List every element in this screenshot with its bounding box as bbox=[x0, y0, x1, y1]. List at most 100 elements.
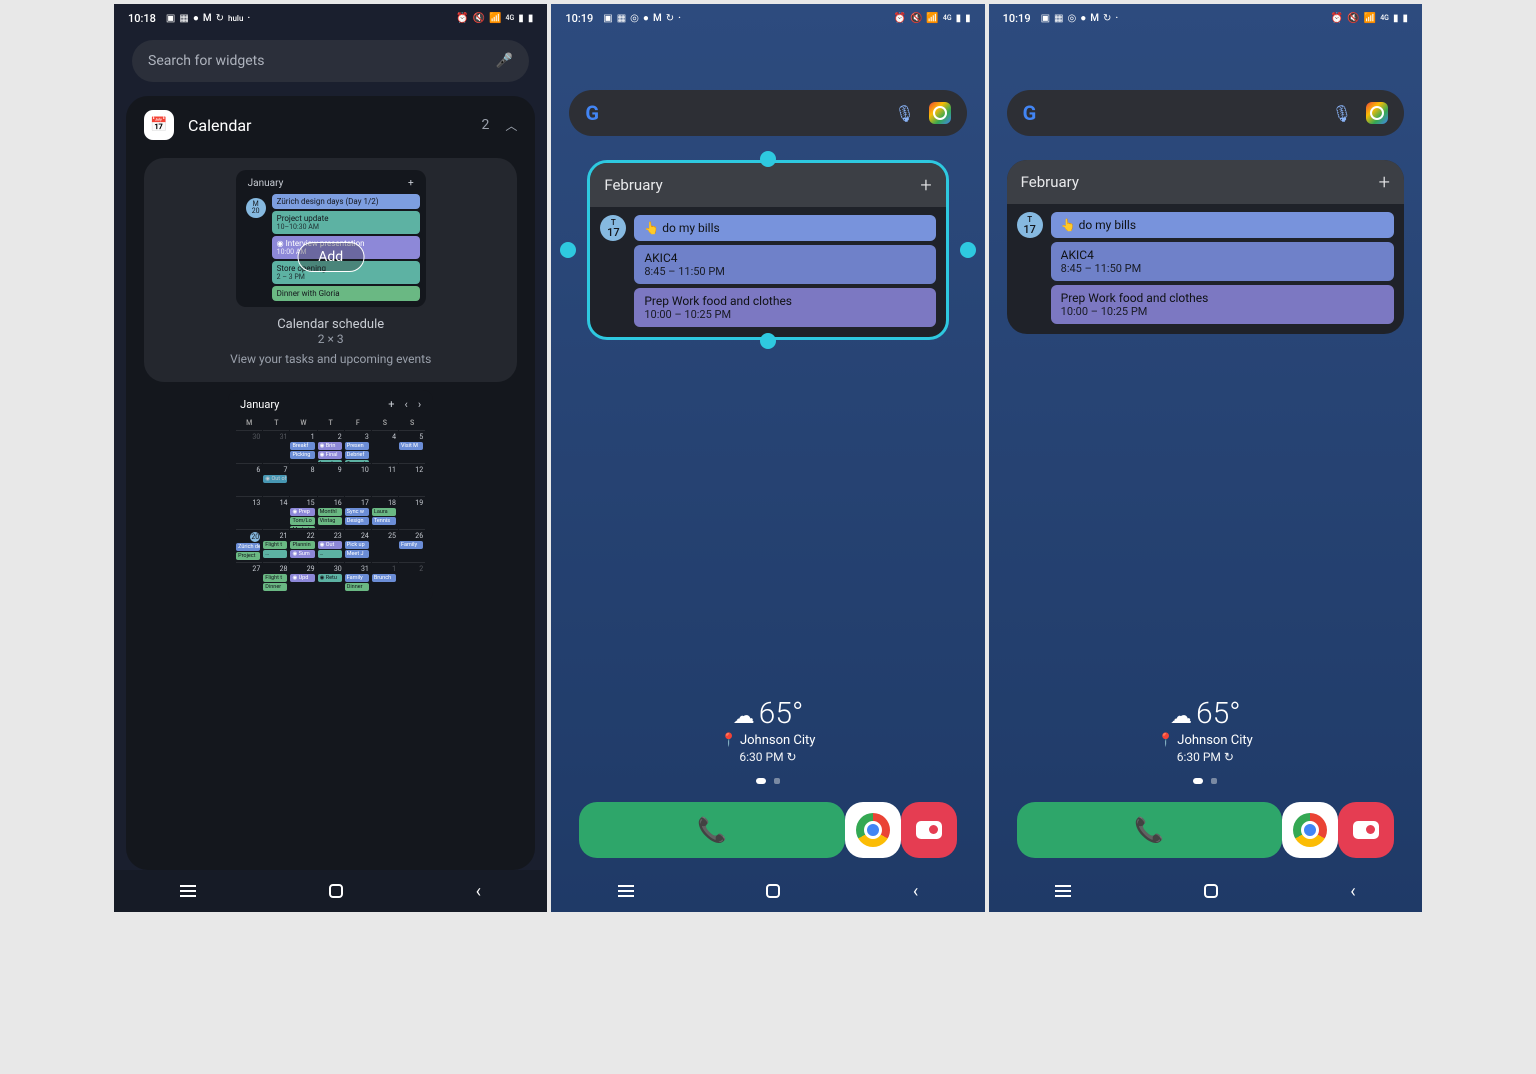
alarm-icon: ⏰ bbox=[1331, 13, 1343, 24]
temperature: 65° bbox=[759, 696, 804, 731]
cloud-icon: ☁ bbox=[733, 704, 755, 729]
status-time: 10:19 bbox=[1003, 12, 1031, 25]
calendar-cell: 18LauraTennis bbox=[372, 496, 398, 528]
calendar-cell: 8 bbox=[290, 463, 316, 495]
dot-icon: · bbox=[247, 13, 250, 24]
plus-icon[interactable]: + bbox=[920, 173, 931, 197]
widget-schedule-card[interactable]: January + M 20 Zürich design days (Day 1… bbox=[144, 158, 517, 382]
status-time: 10:18 bbox=[128, 12, 156, 25]
calendar-cell: 31 bbox=[263, 430, 289, 462]
status-bar: 10:19 ▣ ▦ ◎ ● M ↻ · ⏰ 🔇 📶 4G ▮ ▮ bbox=[989, 4, 1422, 32]
nav-bar: ‹ bbox=[114, 870, 547, 912]
wifi-icon: 📶 bbox=[926, 13, 938, 24]
calendar-cell: 16MonthlVintag bbox=[318, 496, 344, 528]
alert-icon: ● bbox=[1080, 13, 1086, 24]
weather-widget[interactable]: ☁65° 📍 Johnson City 6:30 PM ↻ bbox=[551, 696, 984, 764]
resize-handle-top[interactable] bbox=[760, 151, 776, 167]
calendar-cell: 7◉ Out of office bbox=[263, 463, 289, 495]
google-logo-icon: G bbox=[1023, 101, 1037, 125]
mic-icon[interactable]: 🎤 bbox=[496, 53, 513, 69]
widget-header[interactable]: February + bbox=[1007, 160, 1404, 204]
sync-icon: ↻ bbox=[216, 13, 224, 24]
calendar-cell: 30◉ Retu bbox=[318, 562, 344, 594]
chevron-left-icon: ‹ bbox=[405, 398, 408, 411]
widget-header[interactable]: February + bbox=[590, 163, 945, 207]
home-button[interactable] bbox=[329, 884, 343, 898]
search-widgets-input[interactable]: Search for widgets 🎤 bbox=[132, 40, 529, 82]
google-search-bar[interactable]: G 🎙 bbox=[569, 90, 966, 136]
calendar-cell: 30 bbox=[236, 430, 262, 462]
home-button[interactable] bbox=[1204, 884, 1218, 898]
widget-month: February bbox=[604, 176, 662, 194]
mute-icon: 🔇 bbox=[1347, 13, 1359, 24]
mic-icon[interactable]: 🎙 bbox=[894, 104, 914, 123]
resize-handle-right[interactable] bbox=[960, 242, 976, 258]
resize-handle-bottom[interactable] bbox=[760, 333, 776, 349]
search-placeholder: Search for widgets bbox=[148, 53, 264, 69]
wifi-icon: 📶 bbox=[1364, 13, 1376, 24]
calendar-cell: 1BreakfPicking bbox=[290, 430, 316, 462]
calendar-cell: 29◉ Upd bbox=[290, 562, 316, 594]
sync-icon: ↻ bbox=[666, 13, 674, 24]
calendar-widget[interactable]: February + T 17 👆 do my billsAKIC48:45 –… bbox=[1007, 160, 1404, 334]
calendar-cell: 2 bbox=[399, 562, 425, 594]
back-button[interactable]: ‹ bbox=[1350, 881, 1355, 902]
calendar-event[interactable]: Prep Work food and clothes10:00 – 10:25 … bbox=[1051, 285, 1394, 324]
phone-app-icon[interactable]: 📞 bbox=[1017, 802, 1282, 858]
alert-icon: ● bbox=[193, 13, 199, 24]
calendar-event[interactable]: AKIC48:45 – 11:50 PM bbox=[1051, 242, 1394, 281]
weather-location: 📍 Johnson City bbox=[989, 733, 1422, 748]
home-button[interactable] bbox=[766, 884, 780, 898]
calendar-event[interactable]: 👆 do my bills bbox=[1051, 212, 1394, 238]
calendar-cell: 19 bbox=[399, 496, 425, 528]
camera-app-icon[interactable] bbox=[1338, 802, 1394, 858]
widget-section-header[interactable]: 📅 Calendar 2 ︿ bbox=[126, 96, 535, 150]
calendar-event[interactable]: 👆 do my bills bbox=[634, 215, 935, 241]
weather-time: 6:30 PM ↻ bbox=[989, 750, 1422, 764]
calendar-event[interactable]: Prep Work food and clothes10:00 – 10:25 … bbox=[634, 288, 935, 327]
google-logo-icon: G bbox=[585, 101, 599, 125]
calendar-cell: 9 bbox=[318, 463, 344, 495]
calendar-cell: 4 bbox=[372, 430, 398, 462]
gmail-icon: M bbox=[1090, 13, 1099, 24]
plus-icon[interactable]: + bbox=[1379, 170, 1390, 194]
recents-button[interactable] bbox=[1055, 885, 1071, 897]
preview-month: January bbox=[248, 178, 284, 189]
mic-icon[interactable]: 🎙 bbox=[1332, 104, 1352, 123]
calendar-widget[interactable]: February + T 17 👆 do my billsAKIC48:45 –… bbox=[587, 160, 948, 340]
lens-icon[interactable] bbox=[1366, 102, 1388, 124]
section-title: Calendar bbox=[188, 116, 251, 135]
status-bar: 10:18 ▣ ▦ ● M ↻ hulu · ⏰ 🔇 📶 4G ▮ ▮ bbox=[114, 4, 547, 32]
google-search-bar[interactable]: G 🎙 bbox=[1007, 90, 1404, 136]
signal-icon: ▮ bbox=[518, 13, 524, 24]
back-button[interactable]: ‹ bbox=[476, 881, 481, 902]
camera-app-icon[interactable] bbox=[901, 802, 957, 858]
calendar-status-icon: ▣ bbox=[1041, 13, 1050, 24]
resize-handle-left[interactable] bbox=[560, 242, 576, 258]
calendar-event[interactable]: AKIC48:45 – 11:50 PM bbox=[634, 245, 935, 284]
add-button[interactable]: Add bbox=[297, 242, 364, 272]
preview-date-badge: M 20 bbox=[246, 198, 266, 218]
chrome-app-icon[interactable] bbox=[845, 802, 901, 858]
notif-icon: ▦ bbox=[179, 13, 188, 24]
calendar-cell: 1Brunch bbox=[372, 562, 398, 594]
calendar-cell: 13 bbox=[236, 496, 262, 528]
recents-button[interactable] bbox=[180, 885, 196, 897]
schedule-preview: January + M 20 Zürich design days (Day 1… bbox=[236, 170, 426, 307]
calendar-cell: 31FamilyDinner bbox=[345, 562, 371, 594]
lens-icon[interactable] bbox=[929, 102, 951, 124]
recents-button[interactable] bbox=[618, 885, 634, 897]
wifi-icon: 📶 bbox=[489, 13, 501, 24]
preview-event: Zürich design days (Day 1/2) bbox=[272, 194, 420, 209]
phone-home-placed: 10:19 ▣ ▦ ◎ ● M ↻ · ⏰ 🔇 📶 4G ▮ ▮ G 🎙 Feb… bbox=[989, 4, 1422, 912]
page-indicator bbox=[551, 778, 984, 784]
back-button[interactable]: ‹ bbox=[913, 881, 918, 902]
chrome-app-icon[interactable] bbox=[1282, 802, 1338, 858]
widget-month-card[interactable]: January + ‹ › MTWTFSS30311BreakfPicking2… bbox=[144, 390, 517, 618]
dock: 📞 bbox=[989, 796, 1422, 870]
plus-icon: + bbox=[388, 398, 394, 411]
calendar-cell: 15◉ PrepTom/LoMarket bbox=[290, 496, 316, 528]
month-label: January bbox=[240, 398, 279, 411]
phone-app-icon[interactable]: 📞 bbox=[579, 802, 844, 858]
weather-widget[interactable]: ☁65° 📍 Johnson City 6:30 PM ↻ bbox=[989, 696, 1422, 764]
